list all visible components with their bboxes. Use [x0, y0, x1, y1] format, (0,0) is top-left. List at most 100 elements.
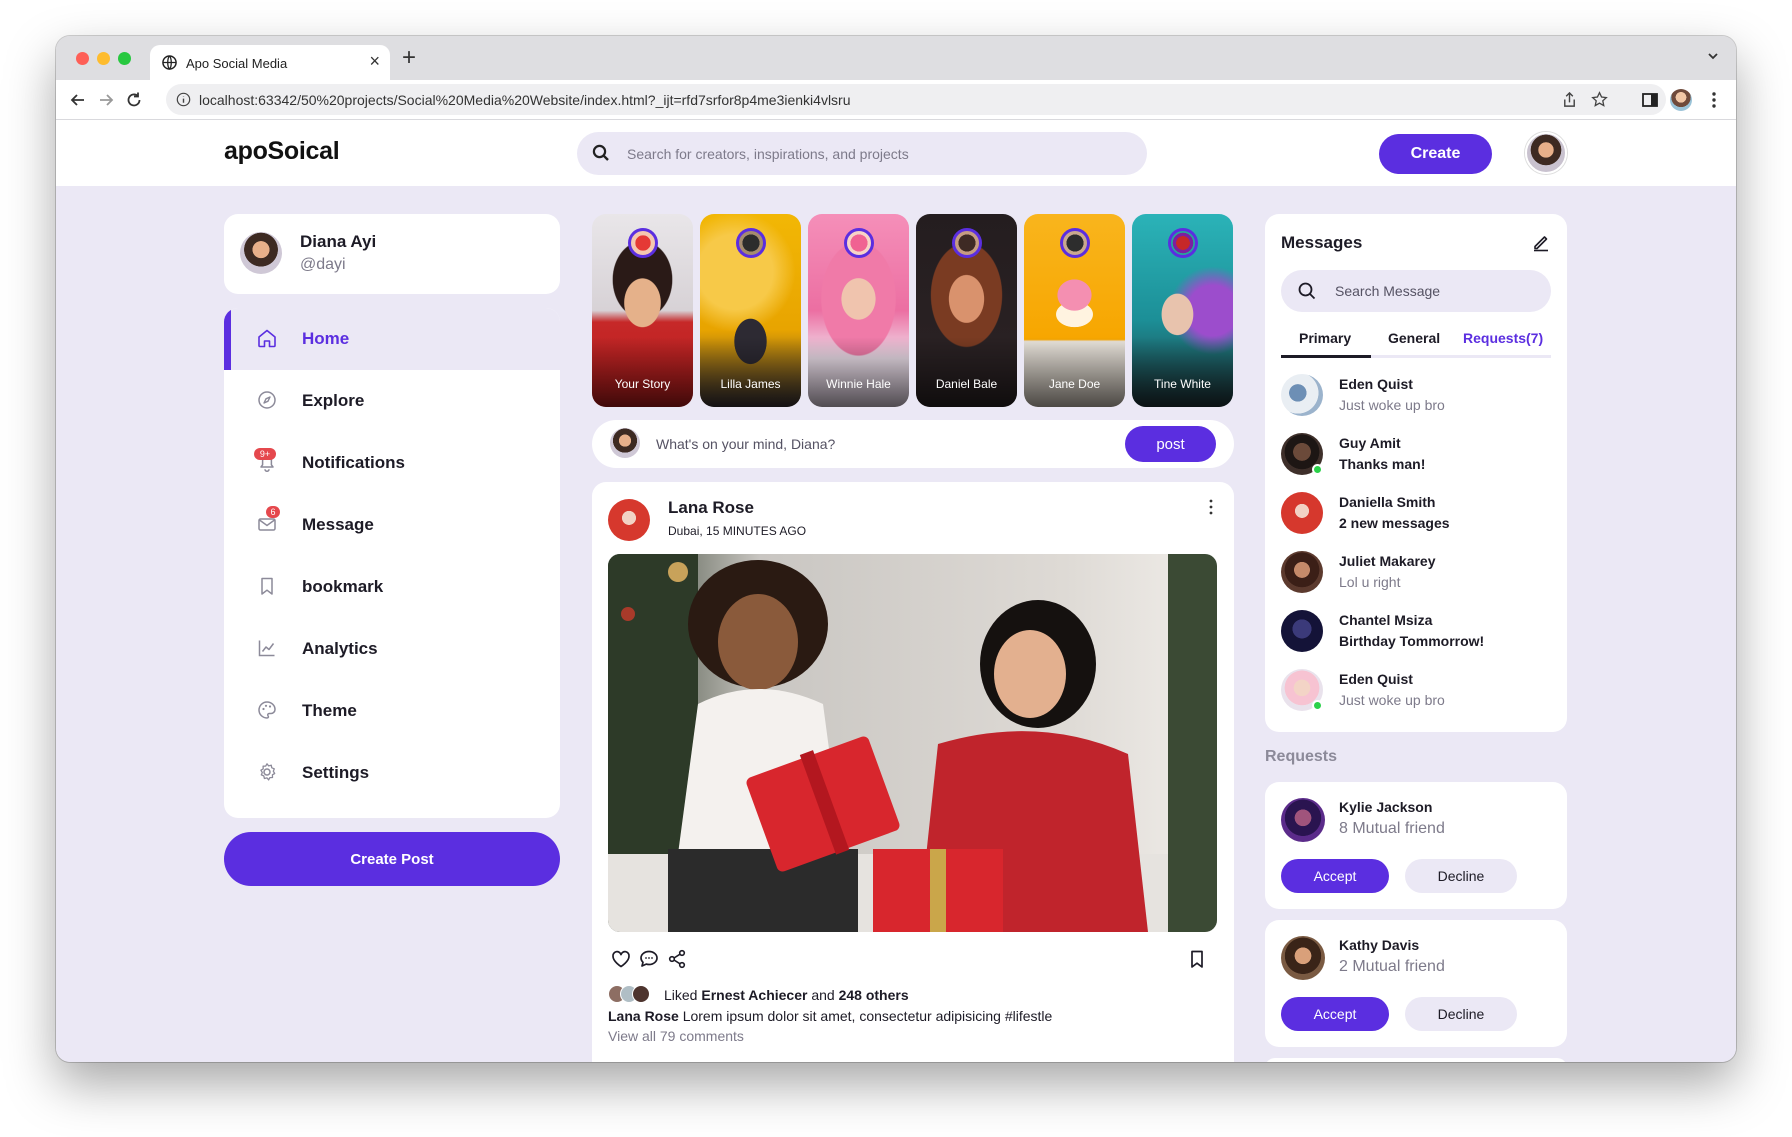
composer-avatar [610, 428, 640, 458]
minimize-window-button[interactable] [97, 52, 110, 65]
home-icon [258, 329, 276, 348]
sidebar-item-analytics[interactable]: Analytics [224, 618, 560, 680]
likes-text[interactable]: Liked Ernest Achiecer and 248 others [664, 987, 909, 1003]
browser-tabstrip: Apo Social Media × + [56, 36, 1736, 80]
heart-icon[interactable] [610, 948, 632, 970]
liked-user: Ernest Achiecer [701, 987, 808, 1003]
request-avatar[interactable] [1281, 798, 1325, 842]
messages-title: Messages [1281, 233, 1363, 252]
address-bar[interactable]: localhost:63342/50%20projects/Social%20M… [166, 84, 1666, 115]
message-sender: Chantel Msiza [1339, 612, 1433, 628]
post-author-avatar[interactable] [608, 499, 650, 541]
search-bar[interactable] [577, 132, 1147, 175]
forward-arrow-icon[interactable] [96, 90, 116, 110]
logo[interactable]: apoSoical [224, 137, 340, 166]
share-icon[interactable] [666, 948, 688, 970]
message-item[interactable]: Eden Quist Just woke up bro [1281, 374, 1551, 426]
reload-icon[interactable] [124, 90, 144, 110]
liker-avatar [632, 985, 650, 1003]
notifications-badge: 9+ [254, 448, 276, 460]
tab-general[interactable]: General [1388, 330, 1440, 346]
story-avatar [952, 228, 982, 258]
sidebar-item-explore[interactable]: Explore [224, 370, 560, 432]
tab-title: Apo Social Media [186, 56, 288, 71]
maximize-window-button[interactable] [118, 52, 131, 65]
story-card[interactable]: Daniel Bale [916, 214, 1017, 407]
likes-prefix: Liked [664, 987, 702, 1003]
chevron-down-icon[interactable] [1706, 49, 1720, 63]
share-icon[interactable] [1561, 91, 1578, 108]
story-card[interactable]: Your Story [592, 214, 693, 407]
sidebar-item-theme[interactable]: Theme [224, 680, 560, 742]
message-tabs: Primary General Requests(7) [1281, 322, 1551, 358]
sidebar-item-bookmark[interactable]: bookmark [224, 556, 560, 618]
request-name[interactable]: Kathy Davis [1339, 937, 1419, 953]
page: apoSoical Create Diana Ayi @dayi Home Ex… [56, 120, 1736, 1062]
post-author[interactable]: Lana Rose [668, 498, 754, 518]
request-avatar[interactable] [1281, 936, 1325, 980]
create-button[interactable]: Create [1379, 134, 1492, 174]
side-panel-icon[interactable] [1640, 90, 1660, 110]
message-item[interactable]: Juliet Makarey Lol u right [1281, 551, 1551, 603]
comment-icon[interactable] [638, 948, 660, 970]
story-card[interactable]: Winnie Hale [808, 214, 909, 407]
sidebar-item-message[interactable]: 6 Message [224, 494, 560, 556]
search-input[interactable] [627, 140, 1127, 167]
message-search-input[interactable] [1335, 280, 1535, 302]
user-avatar[interactable] [1525, 132, 1567, 174]
story-card[interactable]: Lilla James [700, 214, 801, 407]
message-item[interactable]: Guy Amit Thanks man! [1281, 433, 1551, 485]
more-options-icon[interactable] [1204, 498, 1218, 516]
message-sender: Juliet Makarey [1339, 553, 1436, 569]
sidebar-menu: Home Explore 9+ Notifications 6 Message … [224, 308, 560, 818]
kebab-menu-icon[interactable] [1704, 90, 1724, 110]
message-search[interactable] [1281, 270, 1551, 312]
story-card[interactable]: Jane Doe [1024, 214, 1125, 407]
tab-requests[interactable]: Requests(7) [1463, 330, 1543, 346]
sidebar-item-home[interactable]: Home [224, 308, 560, 370]
accept-button[interactable]: Accept [1281, 997, 1389, 1031]
decline-button[interactable]: Decline [1405, 997, 1517, 1031]
message-sender: Daniella Smith [1339, 494, 1436, 510]
close-window-button[interactable] [76, 52, 89, 65]
view-comments-link[interactable]: View all 79 comments [608, 1028, 744, 1044]
message-item[interactable]: Eden Quist Just woke up bro [1281, 669, 1551, 721]
story-card[interactable]: Tine White [1132, 214, 1233, 407]
decline-button[interactable]: Decline [1405, 859, 1517, 893]
star-icon[interactable] [1591, 91, 1608, 108]
sidebar-item-label: Explore [302, 391, 365, 410]
message-preview: Lol u right [1339, 574, 1401, 590]
online-indicator [1312, 464, 1323, 475]
sidebar-item-notifications[interactable]: 9+ Notifications [224, 432, 560, 494]
tab-primary[interactable]: Primary [1299, 330, 1351, 346]
request-name[interactable]: Kylie Jackson [1339, 799, 1432, 815]
sidebar-item-settings[interactable]: Settings [224, 742, 560, 804]
friend-request-card: Kathy Davis 2 Mutual friend Accept Decli… [1265, 920, 1567, 1047]
story-shade [1024, 337, 1125, 407]
profile-name: Diana Ayi [300, 232, 377, 251]
message-item[interactable]: Daniella Smith 2 new messages [1281, 492, 1551, 544]
profile-avatar [240, 232, 282, 274]
profile-card[interactable]: Diana Ayi @dayi [224, 214, 560, 294]
create-post-button[interactable]: Create Post [224, 832, 560, 886]
accept-button[interactable]: Accept [1281, 859, 1389, 893]
tab-close-icon[interactable]: × [369, 51, 380, 71]
message-item[interactable]: Chantel Msiza Birthday Tommorrow! [1281, 610, 1551, 662]
profile-handle: @dayi [300, 256, 346, 273]
composer-input[interactable] [656, 433, 1116, 455]
caption-author[interactable]: Lana Rose [608, 1008, 679, 1024]
sidebar-item-label: Home [302, 329, 350, 348]
browser-profile-avatar[interactable] [1670, 89, 1692, 111]
back-arrow-icon[interactable] [68, 90, 88, 110]
post-button[interactable]: post [1125, 426, 1216, 462]
info-icon[interactable] [176, 92, 191, 107]
post-photo-illustration [608, 554, 1217, 932]
bookmark-icon[interactable] [1186, 948, 1208, 970]
post-photo[interactable] [608, 554, 1217, 932]
message-avatar [1281, 492, 1323, 534]
browser-tab[interactable]: Apo Social Media × [150, 45, 390, 80]
message-sender: Eden Quist [1339, 671, 1413, 687]
edit-icon[interactable] [1531, 232, 1551, 252]
request-mutual: 2 Mutual friend [1339, 958, 1445, 975]
new-tab-icon[interactable]: + [402, 44, 416, 72]
